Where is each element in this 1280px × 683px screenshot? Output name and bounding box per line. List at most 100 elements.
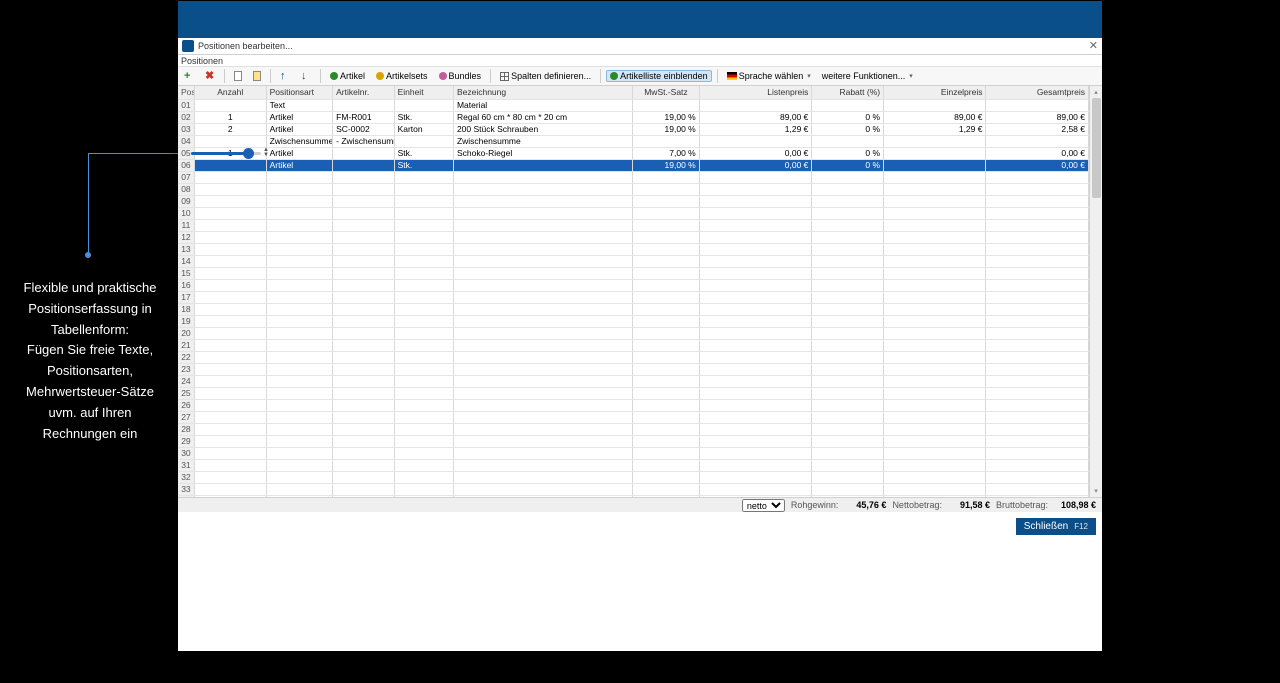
cell-listenpreis[interactable] [699, 495, 812, 497]
cell-gesamtpreis[interactable] [986, 99, 1089, 111]
bundles-button[interactable]: Bundles [435, 70, 486, 82]
cell-einheit[interactable] [394, 231, 453, 243]
cell-anzahl[interactable] [194, 495, 266, 497]
cell-positionsart[interactable] [266, 171, 333, 183]
cell-artikelnr[interactable] [333, 231, 394, 243]
cell-einheit[interactable] [394, 243, 453, 255]
table-row[interactable]: 29 [178, 435, 1089, 447]
cell-gesamtpreis[interactable] [986, 387, 1089, 399]
cell-artikelnr[interactable] [333, 411, 394, 423]
cell-einheit[interactable] [394, 291, 453, 303]
cell-pos[interactable]: 31 [178, 459, 194, 471]
cell-mwst[interactable] [633, 423, 700, 435]
cell-anzahl[interactable] [194, 99, 266, 111]
cell-gesamtpreis[interactable] [986, 435, 1089, 447]
cell-einzelpreis[interactable] [884, 267, 986, 279]
cell-pos[interactable]: 02 [178, 111, 194, 123]
cell-anzahl[interactable] [194, 471, 266, 483]
cell-pos[interactable]: 20 [178, 327, 194, 339]
cell-artikelnr[interactable]: SC-0002 [333, 123, 394, 135]
cell-gesamtpreis[interactable]: 89,00 € [986, 111, 1089, 123]
cell-einheit[interactable]: Stk. [394, 147, 453, 159]
cell-positionsart[interactable] [266, 243, 333, 255]
cell-einzelpreis[interactable] [884, 447, 986, 459]
cell-positionsart[interactable] [266, 375, 333, 387]
cell-einheit[interactable] [394, 471, 453, 483]
table-row[interactable]: 10 [178, 207, 1089, 219]
cell-pos[interactable]: 01 [178, 99, 194, 111]
cell-mwst[interactable] [633, 219, 700, 231]
cell-rabatt[interactable] [812, 231, 884, 243]
cell-rabatt[interactable] [812, 279, 884, 291]
cell-einheit[interactable] [394, 315, 453, 327]
cell-einzelpreis[interactable]: 1,29 € [884, 123, 986, 135]
table-row[interactable]: 32 [178, 471, 1089, 483]
cell-bezeichnung[interactable] [453, 399, 632, 411]
cell-bezeichnung[interactable] [453, 243, 632, 255]
cell-pos[interactable]: 25 [178, 387, 194, 399]
cell-gesamtpreis[interactable] [986, 231, 1089, 243]
table-row[interactable]: 23 [178, 363, 1089, 375]
cell-pos[interactable]: 12 [178, 231, 194, 243]
cell-artikelnr[interactable] [333, 219, 394, 231]
cell-gesamtpreis[interactable] [986, 399, 1089, 411]
spalten-button[interactable]: Spalten definieren... [496, 70, 595, 82]
cell-anzahl[interactable] [194, 219, 266, 231]
cell-listenpreis[interactable] [699, 303, 812, 315]
cell-positionsart[interactable] [266, 471, 333, 483]
cell-artikelnr[interactable] [333, 303, 394, 315]
cell-bezeichnung[interactable]: Regal 60 cm * 80 cm * 20 cm [453, 111, 632, 123]
cell-listenpreis[interactable] [699, 207, 812, 219]
cell-artikelnr[interactable] [333, 171, 394, 183]
cell-mwst[interactable] [633, 327, 700, 339]
cell-pos[interactable]: 28 [178, 423, 194, 435]
cell-einzelpreis[interactable] [884, 435, 986, 447]
cell-mwst[interactable] [633, 243, 700, 255]
cell-einzelpreis[interactable] [884, 135, 986, 147]
cell-einheit[interactable] [394, 195, 453, 207]
cell-listenpreis[interactable] [699, 183, 812, 195]
cell-positionsart[interactable]: Zwischensumme [266, 135, 333, 147]
cell-listenpreis[interactable] [699, 231, 812, 243]
cell-rabatt[interactable] [812, 471, 884, 483]
cell-einheit[interactable] [394, 351, 453, 363]
cell-listenpreis[interactable]: 1,29 € [699, 123, 812, 135]
cell-mwst[interactable] [633, 471, 700, 483]
cell-gesamtpreis[interactable] [986, 207, 1089, 219]
cell-einzelpreis[interactable] [884, 219, 986, 231]
cell-einzelpreis[interactable] [884, 339, 986, 351]
cell-positionsart[interactable]: Artikel [266, 123, 333, 135]
cell-einzelpreis[interactable] [884, 147, 986, 159]
cell-rabatt[interactable] [812, 339, 884, 351]
cell-artikelnr[interactable] [333, 459, 394, 471]
cell-listenpreis[interactable] [699, 351, 812, 363]
cell-positionsart[interactable] [266, 183, 333, 195]
cell-rabatt[interactable] [812, 243, 884, 255]
cell-mwst[interactable]: 7,00 % [633, 147, 700, 159]
cell-rabatt[interactable] [812, 435, 884, 447]
table-row[interactable]: 051ArtikelStk.Schoko-Riegel7,00 %0,00 €0… [178, 147, 1089, 159]
cell-bezeichnung[interactable] [453, 435, 632, 447]
cell-listenpreis[interactable] [699, 471, 812, 483]
table-row[interactable]: 33 [178, 483, 1089, 495]
cell-listenpreis[interactable] [699, 219, 812, 231]
cell-rabatt[interactable] [812, 447, 884, 459]
cell-mwst[interactable] [633, 291, 700, 303]
table-row[interactable]: 08 [178, 183, 1089, 195]
cell-bezeichnung[interactable] [453, 471, 632, 483]
cell-einheit[interactable] [394, 399, 453, 411]
cell-artikelnr[interactable] [333, 279, 394, 291]
cell-anzahl[interactable] [194, 231, 266, 243]
move-down-button[interactable]: ↓ [297, 70, 315, 82]
table-row[interactable]: 21 [178, 339, 1089, 351]
cell-positionsart[interactable] [266, 483, 333, 495]
cell-artikelnr[interactable] [333, 471, 394, 483]
cell-gesamtpreis[interactable] [986, 183, 1089, 195]
cell-mwst[interactable] [633, 375, 700, 387]
cell-pos[interactable]: 03 [178, 123, 194, 135]
cell-bezeichnung[interactable] [453, 459, 632, 471]
cell-listenpreis[interactable] [699, 315, 812, 327]
cell-bezeichnung[interactable] [453, 483, 632, 495]
cell-mwst[interactable] [633, 387, 700, 399]
cell-pos[interactable]: 16 [178, 279, 194, 291]
